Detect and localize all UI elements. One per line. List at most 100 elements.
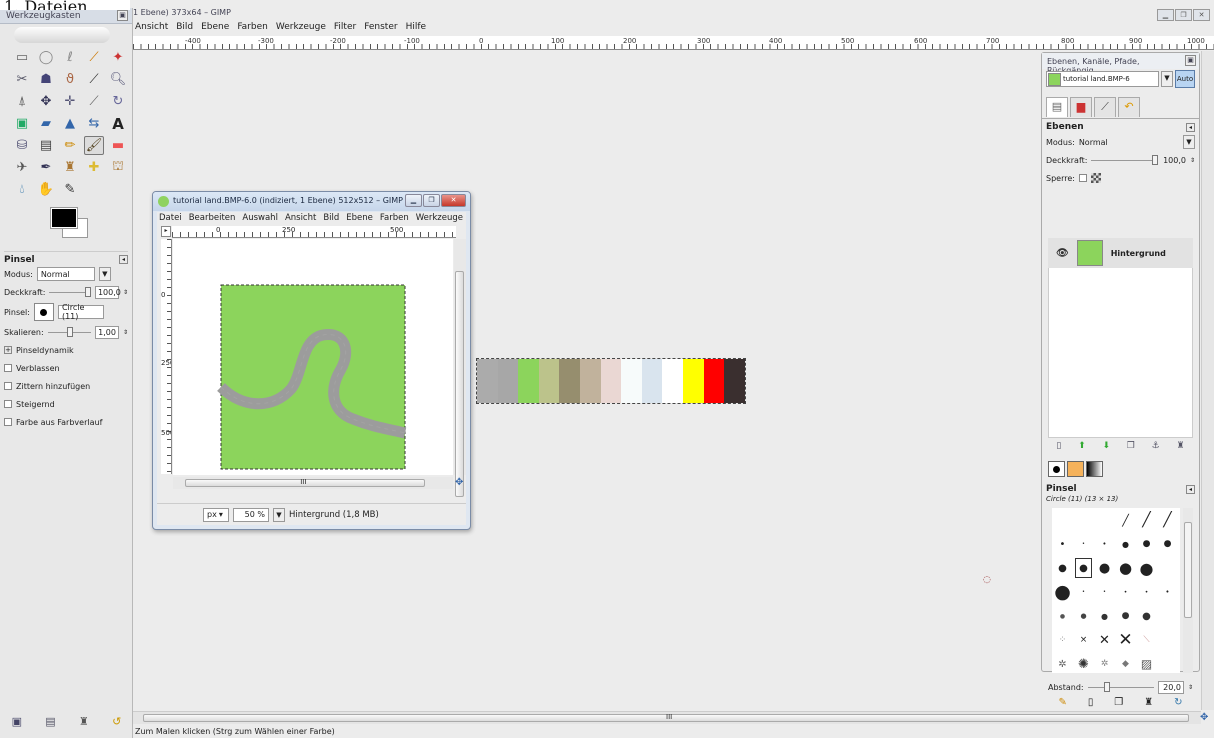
duplicate-layer-icon[interactable]: ❐: [1127, 441, 1135, 455]
chevron-down-icon[interactable]: ▼: [1161, 71, 1173, 87]
smudge-icon[interactable]: ✋: [36, 180, 56, 199]
free-select-icon[interactable]: ℓ: [60, 48, 80, 67]
image-canvas[interactable]: [173, 239, 453, 475]
lock-alpha-icon[interactable]: [1090, 173, 1101, 183]
eye-icon[interactable]: 👁︎: [1056, 248, 1069, 259]
image-menu-arrow-icon[interactable]: ▸: [161, 226, 171, 237]
menu-bild[interactable]: Bild: [176, 22, 193, 36]
ink-icon[interactable]: ✒: [36, 158, 56, 177]
menu-werkzeuge[interactable]: Werkzeuge: [416, 213, 463, 225]
mode-select[interactable]: Normal: [36, 267, 95, 281]
paths-icon[interactable]: ϑ: [60, 70, 80, 89]
anchor-layer-icon[interactable]: ⚓︎: [1152, 441, 1160, 455]
crop-icon[interactable]: ⟋: [84, 92, 104, 111]
rect-select-icon[interactable]: ▭: [12, 48, 32, 67]
restore-options-icon[interactable]: ▤: [45, 715, 55, 728]
align-icon[interactable]: ✛: [60, 92, 80, 111]
menu-ansicht[interactable]: Ansicht: [285, 213, 316, 225]
chevron-down-icon[interactable]: ▼: [98, 267, 111, 281]
tab-gradients[interactable]: [1086, 461, 1103, 477]
scissors-icon[interactable]: ✂: [12, 70, 32, 89]
menu-fenster[interactable]: Fenster: [364, 22, 397, 36]
chevron-down-icon[interactable]: ▼: [1183, 135, 1195, 149]
tab-paths[interactable]: ⟋: [1094, 97, 1116, 117]
menu-bearbeiten[interactable]: Bearbeiten: [189, 213, 236, 225]
main-horizontal-scrollbar[interactable]: III: [133, 711, 1201, 724]
lock-pixels-checkbox[interactable]: [1078, 174, 1087, 182]
new-layer-icon[interactable]: ▯: [1056, 441, 1061, 455]
tab-channels[interactable]: ▆: [1070, 97, 1092, 117]
auto-button[interactable]: Auto: [1175, 70, 1195, 88]
gradient-color-checkbox[interactable]: [4, 418, 12, 426]
horizontal-ruler[interactable]: -400 -300 -200 -100 0 100 200 300 400 50…: [133, 36, 1214, 50]
new-brush-icon[interactable]: ▯: [1088, 697, 1094, 708]
menu-hilfe[interactable]: Hilfe: [406, 22, 426, 36]
menu-ansicht[interactable]: Ansicht: [135, 22, 168, 36]
menu-farben[interactable]: Farben: [237, 22, 268, 36]
menu-werkzeuge[interactable]: Werkzeuge: [276, 22, 326, 36]
main-vertical-scrollbar[interactable]: [1201, 51, 1214, 710]
checkbox-row[interactable]: Zittern hinzufügen: [4, 377, 128, 395]
brush-scrollbar[interactable]: [1183, 508, 1193, 673]
delete-layer-icon[interactable]: ♜: [1177, 441, 1185, 455]
menu-ebene[interactable]: Ebene: [346, 213, 373, 225]
foreground-color[interactable]: [50, 207, 78, 229]
pencil-icon[interactable]: ✏: [60, 136, 80, 155]
flip-icon[interactable]: ⇆: [84, 114, 104, 133]
navigate-icon[interactable]: ✥: [1200, 712, 1208, 723]
panel-menu-icon[interactable]: ◂: [1186, 122, 1195, 132]
fuzzy-select-icon[interactable]: ⟋: [84, 48, 104, 67]
image-vertical-ruler[interactable]: 0 250 500: [161, 239, 172, 474]
perspective-icon[interactable]: ▲: [60, 114, 80, 133]
wilber-drop-area[interactable]: [0, 24, 132, 46]
blur-icon[interactable]: 💧︎: [12, 180, 32, 199]
dynamics-row[interactable]: + Pinseldynamik: [4, 341, 128, 359]
minimize-button[interactable]: ▁: [405, 194, 422, 207]
menu-filter[interactable]: Filter: [334, 22, 356, 36]
measure-icon[interactable]: ⍋: [12, 92, 32, 111]
fade-checkbox[interactable]: [4, 364, 12, 372]
airbrush-icon[interactable]: ✈: [12, 158, 32, 177]
maximize-button[interactable]: ❐: [1175, 9, 1192, 21]
close-button[interactable]: ✕: [1193, 9, 1210, 21]
layer-row-hintergrund[interactable]: 👁︎ Hintergrund: [1048, 238, 1193, 268]
brush-grid[interactable]: ╱ ╱ ╱ • • • ● ● ● ● ● ● ● ● ● • • • • • ● ● ● ● ● ⁘ × ✕ ✕ ⟍ ✲ ✺ ✲ ◆…: [1052, 508, 1180, 673]
image-window-titlebar[interactable]: tutorial land.BMP-6.0 (indiziert, 1 Eben…: [153, 192, 470, 211]
unit-select[interactable]: px ▾: [203, 507, 229, 522]
opacity-spin-icon[interactable]: ⇕: [1190, 157, 1195, 164]
menu-farben[interactable]: Farben: [380, 213, 409, 225]
scale-spin-icon[interactable]: ⇕: [123, 329, 128, 336]
checkbox-row[interactable]: Farbe aus Farbverlauf: [4, 413, 128, 431]
scale-slider[interactable]: [47, 326, 91, 337]
toolbox-detach-button[interactable]: ▣: [117, 10, 128, 21]
minimize-button[interactable]: ▁: [1157, 9, 1174, 21]
menu-ebene[interactable]: Ebene: [201, 22, 229, 36]
zoom-icon[interactable]: 🔍︎: [108, 70, 128, 89]
palette-strip[interactable]: [476, 358, 746, 404]
spacing-slider[interactable]: [1087, 681, 1154, 692]
delete-options-icon[interactable]: ♜: [79, 715, 89, 728]
menu-datei[interactable]: Datei: [159, 213, 182, 225]
save-options-icon[interactable]: ▣: [12, 715, 22, 728]
heal-icon[interactable]: ✚: [84, 158, 104, 177]
incremental-checkbox[interactable]: [4, 400, 12, 408]
foreground-select-icon[interactable]: ☗: [36, 70, 56, 89]
maximize-button[interactable]: ❐: [423, 194, 440, 207]
lower-layer-icon[interactable]: ⬇: [1102, 441, 1110, 455]
tool-options-menu-icon[interactable]: ◂: [119, 255, 128, 264]
ellipse-select-icon[interactable]: ◯: [36, 48, 56, 67]
dock-detach-button[interactable]: ▣: [1185, 55, 1196, 66]
dodge-burn-icon[interactable]: ✎: [60, 180, 80, 199]
zoom-select[interactable]: 50 %: [233, 507, 269, 522]
brush-preview[interactable]: [33, 303, 54, 321]
expander-plus-icon[interactable]: +: [4, 346, 12, 354]
tab-brushes[interactable]: [1048, 461, 1065, 477]
close-button[interactable]: ✕: [441, 194, 466, 207]
menu-auswahl[interactable]: Auswahl: [242, 213, 278, 225]
opacity-input[interactable]: 100,0: [94, 285, 121, 299]
eraser-icon[interactable]: ▬: [108, 136, 128, 155]
layer-opacity-value[interactable]: 100,0: [1162, 156, 1186, 165]
duplicate-brush-icon[interactable]: ❐: [1114, 697, 1123, 708]
checkbox-row[interactable]: Steigernd: [4, 395, 128, 413]
perspective-clone-icon[interactable]: ⛫: [108, 158, 128, 177]
